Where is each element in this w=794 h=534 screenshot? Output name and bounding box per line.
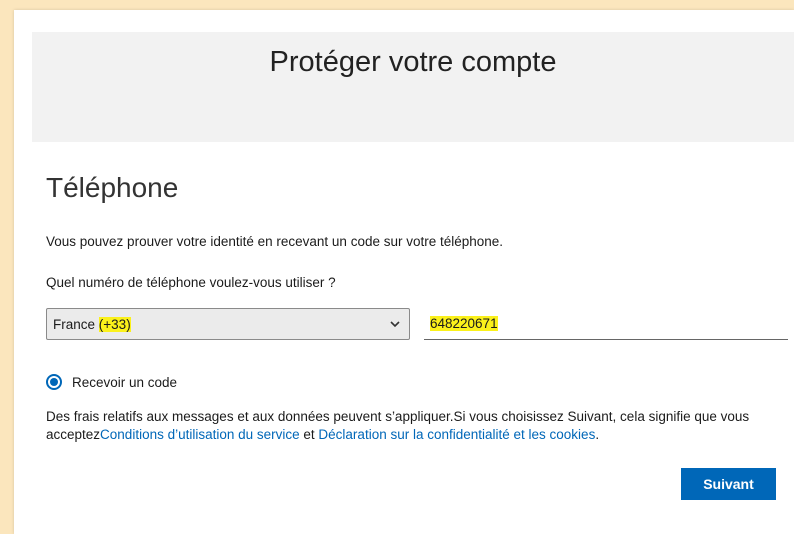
chevron-down-icon bbox=[390, 321, 400, 328]
page-header: Protéger votre compte bbox=[32, 32, 794, 142]
page-title: Protéger votre compte bbox=[269, 46, 557, 78]
phone-question-label: Quel numéro de téléphone voulez-vous uti… bbox=[46, 275, 336, 290]
radio-selected-dot bbox=[50, 378, 58, 386]
terms-notice-and: et bbox=[299, 427, 319, 442]
country-code-select[interactable]: France (+33) bbox=[46, 308, 410, 340]
privacy-statement-link[interactable]: Déclaration sur la confidentialité et le… bbox=[318, 427, 595, 442]
phone-number-value: 648220671 bbox=[430, 316, 498, 331]
country-select-value: France (+33) bbox=[53, 317, 131, 332]
terms-of-service-link[interactable]: Conditions d’utilisation du service bbox=[100, 427, 300, 442]
next-button[interactable]: Suivant bbox=[681, 468, 776, 500]
receive-code-option[interactable]: Recevoir un code bbox=[46, 374, 177, 390]
country-name: France bbox=[53, 317, 96, 332]
country-dial-code: (+33) bbox=[98, 317, 131, 332]
page-frame: Protéger votre compte Téléphone Vous pou… bbox=[14, 10, 794, 534]
phone-number-input[interactable]: 648220671 bbox=[424, 308, 788, 340]
receive-code-label: Recevoir un code bbox=[72, 374, 178, 390]
terms-notice: Des frais relatifs aux messages et aux d… bbox=[46, 408, 766, 444]
intro-text: Vous pouvez prouver votre identité en re… bbox=[46, 234, 504, 249]
terms-notice-period: . bbox=[595, 427, 600, 442]
section-title: Téléphone bbox=[46, 172, 179, 203]
receive-code-radio[interactable] bbox=[46, 374, 62, 390]
